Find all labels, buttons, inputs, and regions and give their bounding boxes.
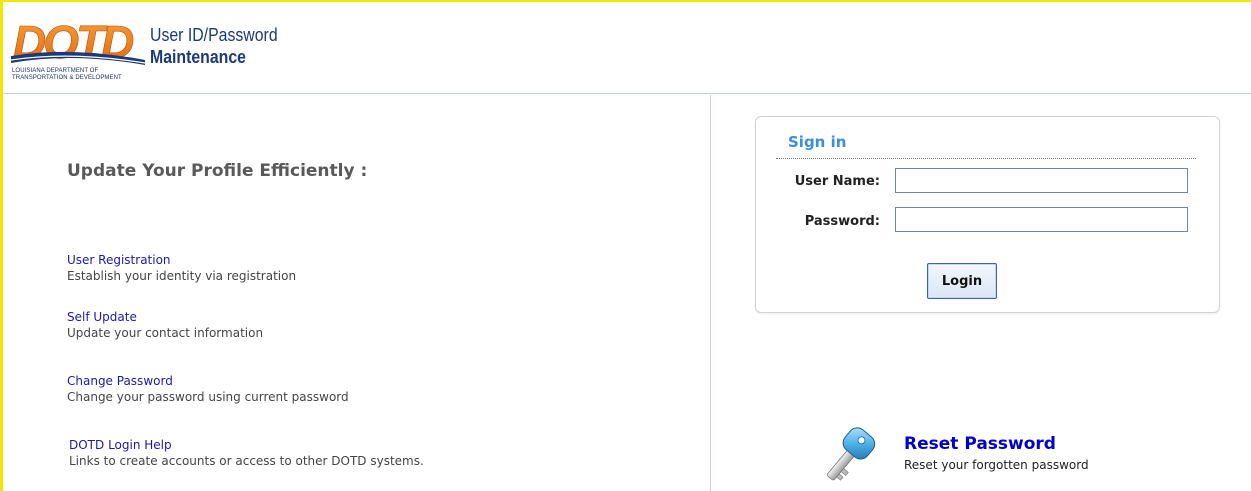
change-password-section: Change Password Change your password usi… [67, 373, 349, 405]
self-update-description: Update your contact information [67, 326, 264, 340]
self-update-link[interactable]: Self Update [67, 309, 263, 325]
login-help-description: Links to create accounts or access to ot… [69, 454, 424, 468]
page-title-line2: Maintenance [150, 47, 246, 67]
login-button[interactable]: Login [927, 263, 997, 299]
username-input[interactable] [895, 168, 1188, 193]
login-help-section: DOTD Login Help Links to create accounts… [69, 437, 424, 469]
profile-heading: Update Your Profile Efficiently : [67, 161, 368, 181]
change-password-description: Change your password using current passw… [67, 390, 349, 404]
reset-password-section: Reset Password Reset your forgotten pass… [818, 425, 1158, 491]
page-title-line1: User ID/Password [150, 25, 278, 45]
user-registration-link[interactable]: User Registration [67, 252, 296, 268]
reset-password-link[interactable]: Reset Password [904, 434, 1056, 454]
logo-subtitle: LOUISIANA DEPARTMENT OF TRANSPORTATION &… [12, 68, 122, 81]
sign-in-panel: Sign in User Name: Password: Login [755, 116, 1220, 313]
password-label: Password: [804, 214, 880, 229]
dotd-logo[interactable]: DOTD LOUISIANA DEPARTMENT OF TRANSPORTAT… [11, 16, 145, 86]
password-input[interactable] [895, 207, 1188, 232]
change-password-link[interactable]: Change Password [67, 373, 349, 389]
key-icon[interactable] [818, 425, 880, 487]
user-registration-section: User Registration Establish your identit… [67, 252, 296, 284]
page-title: User ID/Password Maintenance [150, 24, 278, 68]
reset-password-description: Reset your forgotten password [904, 458, 1089, 472]
sign-in-title: Sign in [788, 133, 847, 151]
page-header: DOTD LOUISIANA DEPARTMENT OF TRANSPORTAT… [3, 2, 1251, 94]
user-registration-description: Establish your identity via registration [67, 269, 297, 283]
username-label: User Name: [794, 174, 880, 189]
self-update-section: Self Update Update your contact informat… [67, 309, 263, 341]
column-divider [710, 95, 711, 491]
dotd-logo-wordmark: DOTD [11, 16, 145, 68]
sign-in-divider [776, 158, 1196, 159]
login-help-link[interactable]: DOTD Login Help [69, 437, 424, 453]
